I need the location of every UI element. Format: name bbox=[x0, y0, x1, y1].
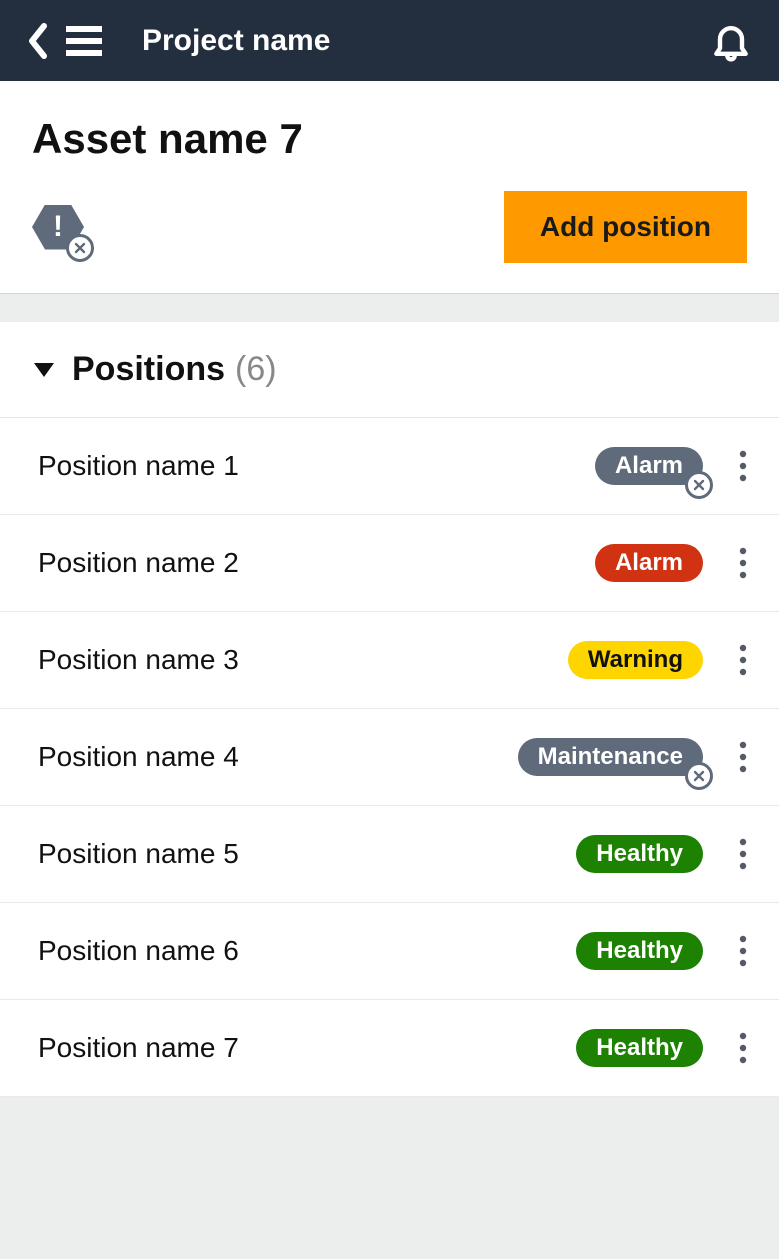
back-button[interactable] bbox=[26, 22, 66, 60]
positions-label: Positions bbox=[72, 350, 225, 389]
header-title: Project name bbox=[142, 24, 709, 58]
position-name: Position name 1 bbox=[38, 450, 595, 482]
status-badge-wrap: Alarm bbox=[595, 447, 703, 485]
more-menu-button[interactable] bbox=[731, 1026, 755, 1070]
menu-button[interactable] bbox=[66, 26, 126, 56]
chevron-left-icon bbox=[26, 22, 48, 60]
dismiss-overlay-icon bbox=[685, 762, 713, 790]
asset-title: Asset name 7 bbox=[32, 115, 747, 163]
position-row[interactable]: Position name 1Alarm bbox=[0, 418, 779, 515]
status-badge: Healthy bbox=[576, 835, 703, 873]
more-menu-button[interactable] bbox=[731, 832, 755, 876]
status-badge: Warning bbox=[568, 641, 703, 679]
positions-count: (6) bbox=[235, 350, 277, 389]
kebab-icon bbox=[739, 741, 747, 773]
more-menu-button[interactable] bbox=[731, 929, 755, 973]
asset-panel: Asset name 7 ! Add position bbox=[0, 81, 779, 294]
position-name: Position name 6 bbox=[38, 935, 576, 967]
position-name: Position name 5 bbox=[38, 838, 576, 870]
status-badge-wrap: Warning bbox=[568, 641, 703, 679]
status-badge-wrap: Maintenance bbox=[518, 738, 703, 776]
kebab-icon bbox=[739, 838, 747, 870]
add-position-button[interactable]: Add position bbox=[504, 191, 747, 263]
chevron-down-icon bbox=[34, 363, 54, 377]
position-row[interactable]: Position name 5Healthy bbox=[0, 806, 779, 903]
position-name: Position name 3 bbox=[38, 644, 568, 676]
status-badge-wrap: Healthy bbox=[576, 932, 703, 970]
position-row[interactable]: Position name 3Warning bbox=[0, 612, 779, 709]
more-menu-button[interactable] bbox=[731, 541, 755, 585]
dismiss-overlay-icon bbox=[66, 234, 94, 262]
position-name: Position name 2 bbox=[38, 547, 595, 579]
kebab-icon bbox=[739, 450, 747, 482]
position-name: Position name 7 bbox=[38, 1032, 576, 1064]
status-badge: Healthy bbox=[576, 932, 703, 970]
positions-section-header[interactable]: Positions (6) bbox=[0, 322, 779, 418]
position-row[interactable]: Position name 6Healthy bbox=[0, 903, 779, 1000]
app-header: Project name bbox=[0, 0, 779, 81]
status-badge: Maintenance bbox=[518, 738, 703, 776]
position-row[interactable]: Position name 4Maintenance bbox=[0, 709, 779, 806]
position-name: Position name 4 bbox=[38, 741, 518, 773]
kebab-icon bbox=[739, 644, 747, 676]
notifications-button[interactable] bbox=[709, 17, 753, 65]
kebab-icon bbox=[739, 935, 747, 967]
positions-list: Position name 1AlarmPosition name 2Alarm… bbox=[0, 418, 779, 1097]
asset-status-icon-wrap: ! bbox=[32, 205, 84, 250]
dismiss-overlay-icon bbox=[685, 471, 713, 499]
status-badge: Healthy bbox=[576, 1029, 703, 1067]
position-row[interactable]: Position name 7Healthy bbox=[0, 1000, 779, 1097]
status-badge-wrap: Alarm bbox=[595, 544, 703, 582]
kebab-icon bbox=[739, 547, 747, 579]
position-row[interactable]: Position name 2Alarm bbox=[0, 515, 779, 612]
more-menu-button[interactable] bbox=[731, 735, 755, 779]
kebab-icon bbox=[739, 1032, 747, 1064]
hamburger-icon bbox=[66, 26, 102, 56]
bell-icon bbox=[709, 17, 753, 65]
status-badge: Alarm bbox=[595, 544, 703, 582]
status-badge-wrap: Healthy bbox=[576, 1029, 703, 1067]
more-menu-button[interactable] bbox=[731, 638, 755, 682]
status-badge-wrap: Healthy bbox=[576, 835, 703, 873]
more-menu-button[interactable] bbox=[731, 444, 755, 488]
exclamation-icon: ! bbox=[53, 212, 63, 242]
